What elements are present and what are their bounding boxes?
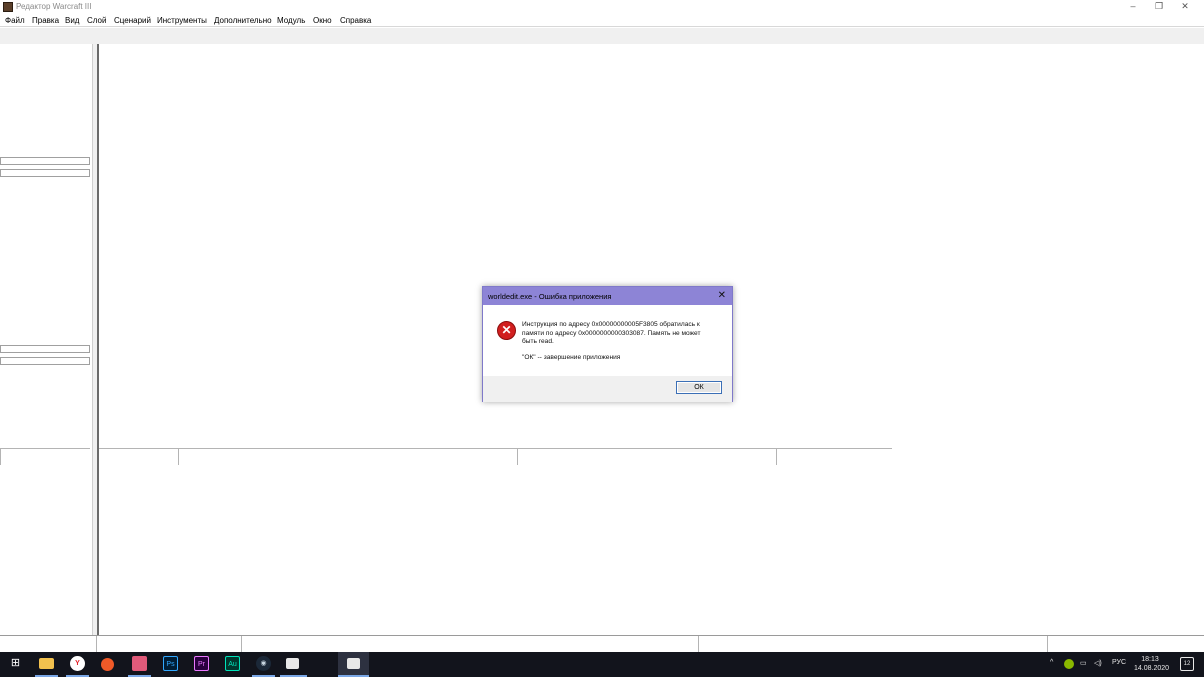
- warcraft-editor-icon: [3, 2, 13, 12]
- toolbar: [0, 28, 1204, 44]
- menu-module[interactable]: Модуль: [277, 16, 305, 25]
- menu-bar: Файл Правка Вид Слой Сценарий Инструмент…: [0, 14, 1204, 27]
- status-separator: [698, 636, 699, 653]
- menu-help[interactable]: Справка: [340, 16, 371, 25]
- error-hint: "ОК" -- завершение приложения: [522, 354, 621, 361]
- network-icon[interactable]: ▭: [1080, 659, 1087, 667]
- messaging-app-icon[interactable]: [132, 656, 147, 671]
- status-separator: [96, 636, 97, 653]
- premiere-icon[interactable]: Pr: [194, 656, 209, 671]
- clock-time: 18:13: [1141, 656, 1159, 663]
- dialog-title-bar[interactable]: worldedit.exe - Ошибка приложения ✕: [483, 287, 732, 305]
- menu-advanced[interactable]: Дополнительно: [214, 16, 272, 25]
- title-bar: Редактор Warcraft III – ❐ ✕: [0, 0, 1204, 14]
- status-bar: [0, 635, 1204, 653]
- divider-tick: [0, 449, 1, 465]
- notification-center-icon[interactable]: 12: [1180, 657, 1194, 671]
- divider-tick: [517, 449, 518, 465]
- yandex-browser-icon[interactable]: Y: [70, 656, 85, 671]
- error-message-line: памяти по адресу 0x0000000000303087. Пам…: [522, 329, 701, 337]
- error-icon: ✕: [497, 321, 516, 340]
- volume-icon[interactable]: ◁): [1094, 659, 1102, 667]
- menu-scenario[interactable]: Сценарий: [114, 16, 151, 25]
- audition-icon[interactable]: Au: [225, 656, 240, 671]
- windows-start-icon[interactable]: ⊞: [8, 656, 23, 671]
- panel-field[interactable]: [0, 345, 90, 353]
- panel-field[interactable]: [0, 157, 90, 165]
- generic-window-icon[interactable]: [286, 658, 299, 669]
- close-icon[interactable]: ✕: [718, 290, 726, 301]
- menu-view[interactable]: Вид: [65, 16, 79, 25]
- tray-app-icon[interactable]: [1064, 659, 1074, 669]
- menu-tools[interactable]: Инструменты: [157, 16, 207, 25]
- panel-field[interactable]: [0, 357, 90, 365]
- dialog-title: worldedit.exe - Ошибка приложения: [488, 292, 612, 301]
- terrain-divider: [99, 448, 892, 449]
- minimize-button[interactable]: –: [1120, 0, 1146, 14]
- divider-tick: [776, 449, 777, 465]
- dialog-footer: ОК: [483, 376, 732, 402]
- panel-field[interactable]: [0, 169, 90, 177]
- close-window-button[interactable]: ✕: [1172, 0, 1198, 14]
- clock[interactable]: 18:13 14.08.2020: [1134, 655, 1170, 673]
- status-separator: [1047, 636, 1048, 653]
- error-message-line: быть read.: [522, 338, 554, 346]
- error-message-line: Инструкция по адресу 0x00000000005F3805 …: [522, 321, 700, 328]
- taskbar: ⊞ Y Ps Pr Au ◉ ^ ▭ ◁) РУС 18:13 14.08.20…: [0, 652, 1204, 677]
- error-message: Инструкция по адресу 0x00000000005F3805 …: [522, 321, 722, 347]
- status-separator: [241, 636, 242, 653]
- divider-tick: [178, 449, 179, 465]
- window-title: Редактор Warcraft III: [16, 2, 92, 11]
- world-editor-taskbar-icon[interactable]: [347, 658, 360, 669]
- menu-layer[interactable]: Слой: [87, 16, 106, 25]
- left-panel: [0, 44, 92, 635]
- file-explorer-icon[interactable]: [39, 658, 54, 669]
- menu-file[interactable]: Файл: [5, 16, 25, 25]
- menu-window[interactable]: Окно: [313, 16, 332, 25]
- error-dialog: worldedit.exe - Ошибка приложения ✕ ✕ Ин…: [482, 286, 733, 402]
- panel-divider: [0, 448, 90, 449]
- panel-splitter[interactable]: [92, 44, 99, 647]
- clock-date: 14.08.2020: [1134, 665, 1170, 672]
- media-app-icon[interactable]: [101, 658, 114, 671]
- menu-edit[interactable]: Правка: [32, 16, 59, 25]
- steam-icon[interactable]: ◉: [256, 656, 271, 671]
- restore-button[interactable]: ❐: [1146, 0, 1172, 14]
- language-indicator[interactable]: РУС: [1112, 659, 1126, 666]
- chevron-up-icon[interactable]: ^: [1050, 659, 1053, 666]
- ok-button[interactable]: ОК: [676, 381, 722, 394]
- photoshop-icon[interactable]: Ps: [163, 656, 178, 671]
